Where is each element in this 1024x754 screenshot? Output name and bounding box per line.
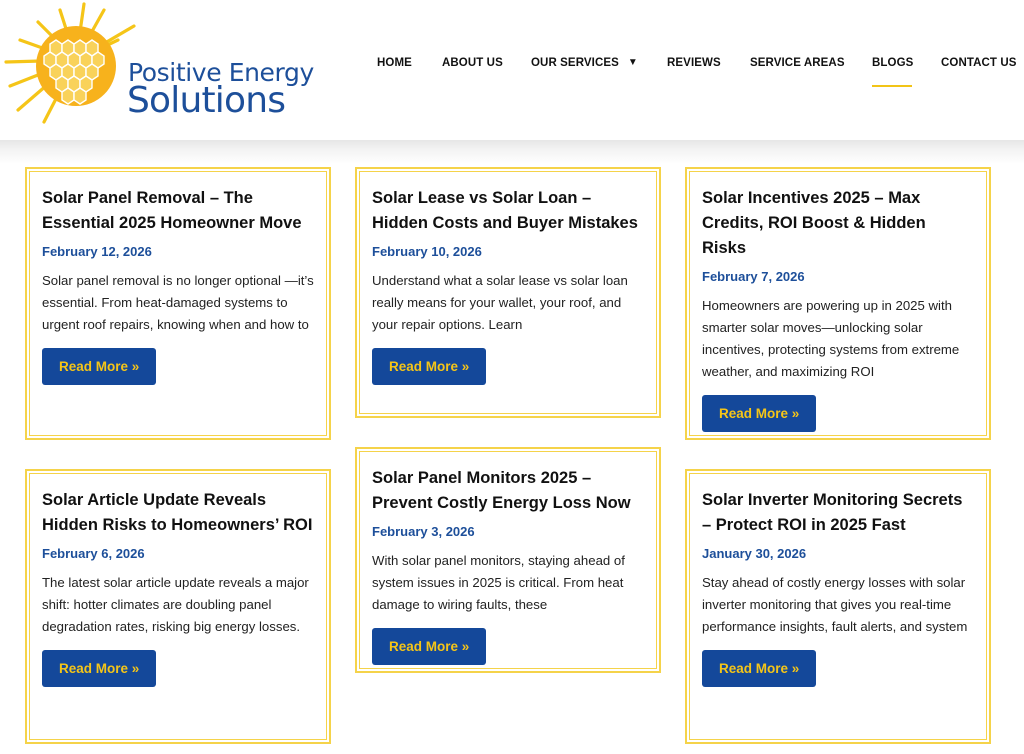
nav-blogs-label: BLOGS (872, 57, 914, 69)
read-more-button[interactable]: Read More » (372, 348, 487, 385)
read-more-button[interactable]: Read More » (702, 395, 817, 432)
blog-card-inner: Solar Inverter Monitoring Secrets – Prot… (689, 473, 987, 740)
blog-card-excerpt: With solar panel monitors, staying ahead… (372, 553, 625, 612)
blog-card-inner: Solar Lease vs Solar Loan – Hidden Costs… (359, 171, 657, 414)
blog-card-date: February 6, 2026 (42, 546, 145, 561)
nav-blogs[interactable]: BLOGS (872, 57, 913, 69)
nav-contact-us-label: CONTACT US (941, 57, 1017, 69)
blog-card: Solar Lease vs Solar Loan – Hidden Costs… (355, 167, 661, 418)
brand-logo[interactable]: Positive Energy Solutions (0, 0, 314, 132)
blog-card-excerpt: Understand what a solar lease vs solar l… (372, 273, 628, 332)
blog-card-inner: Solar Incentives 2025 – Max Credits, ROI… (689, 171, 987, 436)
blog-card: Solar Inverter Monitoring Secrets – Prot… (685, 469, 991, 744)
nav-our-services-label: OUR SERVICES (531, 57, 619, 69)
blog-card-title[interactable]: Solar Article Update Reveals Hidden Risk… (42, 488, 314, 538)
read-more-button[interactable]: Read More » (702, 650, 817, 687)
blog-card-inner: Solar Article Update Reveals Hidden Risk… (29, 473, 327, 740)
nav-reviews-label: REVIEWS (667, 57, 721, 69)
nav-home[interactable]: HOME (377, 57, 412, 69)
read-more-button[interactable]: Read More » (42, 650, 157, 687)
active-nav-indicator (872, 85, 912, 87)
chevron-down-icon[interactable]: ▼ (628, 57, 638, 68)
blog-card-title[interactable]: Solar Panel Removal – The Essential 2025… (42, 186, 314, 236)
blog-card: Solar Panel Removal – The Essential 2025… (25, 167, 331, 440)
blog-card-excerpt: Stay ahead of costly energy losses with … (702, 575, 968, 634)
blog-card-excerpt: Solar panel removal is no longer optiona… (42, 273, 314, 332)
blog-card-excerpt: Homeowners are powering up in 2025 with … (702, 298, 960, 379)
blog-card-excerpt: The latest solar article update reveals … (42, 575, 309, 634)
blog-card-date: February 7, 2026 (702, 269, 805, 284)
blog-card-date: February 12, 2026 (42, 244, 152, 259)
blog-card: Solar Incentives 2025 – Max Credits, ROI… (685, 167, 991, 440)
blog-card: Solar Article Update Reveals Hidden Risk… (25, 469, 331, 744)
brand-name-line2: Solutions (127, 80, 286, 121)
nav-service-areas[interactable]: SERVICE AREAS (750, 57, 845, 69)
site-header: Positive Energy Solutions HOME ABOUT US … (0, 0, 1024, 140)
nav-about-us-label: ABOUT US (442, 57, 503, 69)
read-more-button[interactable]: Read More » (42, 348, 157, 385)
blog-card: Solar Panel Monitors 2025 – Prevent Cost… (355, 447, 661, 673)
read-more-button[interactable]: Read More » (372, 628, 487, 665)
nav-reviews[interactable]: REVIEWS (667, 57, 721, 69)
nav-about-us[interactable]: ABOUT US (442, 57, 503, 69)
sun-logo-icon (4, 2, 136, 124)
nav-our-services[interactable]: OUR SERVICES ▼ (531, 57, 638, 69)
nav-service-areas-label: SERVICE AREAS (750, 57, 845, 69)
blog-card-date: February 3, 2026 (372, 524, 475, 539)
blog-card-inner: Solar Panel Removal – The Essential 2025… (29, 171, 327, 436)
blog-card-date: January 30, 2026 (702, 546, 807, 561)
header-shadow (0, 140, 1024, 164)
blog-card-title[interactable]: Solar Lease vs Solar Loan – Hidden Costs… (372, 186, 644, 236)
nav-contact-us[interactable]: CONTACT US (941, 57, 1017, 69)
nav-home-label: HOME (377, 57, 412, 69)
blog-card-inner: Solar Panel Monitors 2025 – Prevent Cost… (359, 451, 657, 669)
blog-card-title[interactable]: Solar Panel Monitors 2025 – Prevent Cost… (372, 466, 644, 516)
blog-card-title[interactable]: Solar Incentives 2025 – Max Credits, ROI… (702, 186, 974, 261)
blog-card-date: February 10, 2026 (372, 244, 482, 259)
blog-card-title[interactable]: Solar Inverter Monitoring Secrets – Prot… (702, 488, 974, 538)
